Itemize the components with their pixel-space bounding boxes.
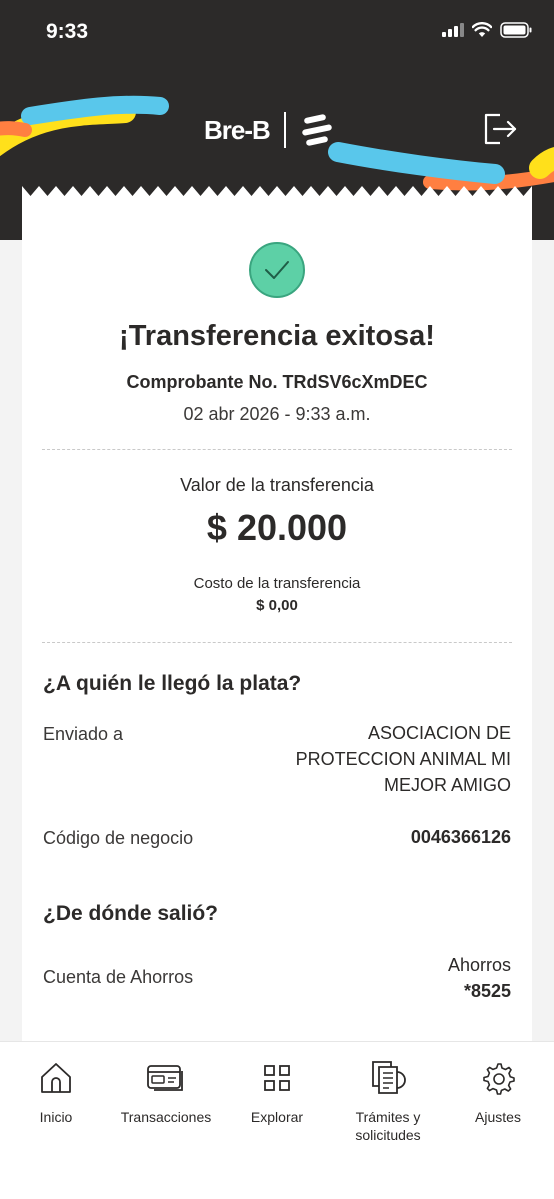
tab-inicio[interactable]: Inicio [1,1060,111,1126]
business-code-value: 0046366126 [410,827,511,847]
sent-to-line: MEJOR AMIGO [383,775,511,795]
battery-icon [500,22,532,38]
business-code-label: Código de negocio [43,828,194,848]
recipient-section-title: ¿A quién le llegó la plata? [43,672,302,695]
bottom-tab-bar: Inicio Transacciones Explorar Trámites y… [0,1041,554,1199]
account-type: Ahorros [447,955,511,975]
brand-divider [283,112,286,148]
cost-label: Costo de la transferencia [193,575,361,592]
transfer-amount: $ 20.000 [206,507,348,548]
voucher-number: Comprobante No. TRdSV6cXmDEC [126,372,428,392]
grid-icon [264,1065,290,1091]
tab-transacciones[interactable]: Transacciones [111,1060,221,1126]
tab-label: Inicio [39,1109,73,1125]
divider [42,449,512,450]
gear-icon [483,1063,515,1095]
logout-icon [484,113,517,145]
transfer-datetime: 02 abr 2026 - 9:33 a.m. [183,404,371,424]
tab-ajustes[interactable]: Ajustes [443,1060,553,1126]
divider [42,642,512,643]
card-icon [147,1065,183,1091]
brand-name: Bre-B [204,114,271,145]
sent-to-label: Enviado a [43,724,124,744]
cost-value: $ 0,00 [256,597,298,614]
logout-button[interactable] [482,112,518,151]
documents-icon [372,1061,406,1094]
tab-label: Transacciones [120,1109,212,1125]
tab-label: Trámites y solicitudes [333,1108,443,1144]
success-title: ¡Transferencia exitosa! [119,320,435,352]
tab-label-line: solicitudes [355,1127,421,1143]
brand-logo: Bre-B [204,112,334,148]
success-check-icon [249,242,305,298]
tab-explorar[interactable]: Explorar [222,1060,332,1126]
transfer-receipt: ¡Transferencia exitosa! Comprobante No. … [22,186,532,1048]
account-label: Cuenta de Ahorros [43,967,194,987]
amount-label: Valor de la transferencia [180,475,374,495]
account-value: Ahorros *8525 [448,952,511,1004]
sent-to-line: ASOCIACION DE [367,723,511,743]
status-time: 9:33 [46,20,89,43]
bank-logo-icon [302,114,332,146]
sent-to-value: ASOCIACION DE PROTECCION ANIMAL MI MEJOR… [296,720,511,798]
sent-to-line: PROTECCION ANIMAL MI [295,749,511,769]
wifi-icon [472,22,492,37]
status-icons [442,22,532,38]
source-section-title: ¿De dónde salió? [43,902,219,925]
home-icon [41,1063,71,1093]
tab-tramites[interactable]: Trámites y solicitudes [333,1060,443,1144]
account-number: *8525 [463,981,511,1001]
tab-label: Ajustes [475,1109,521,1125]
tab-label: Explorar [250,1109,304,1125]
signal-icon [442,23,464,37]
tab-label-line: Trámites y [355,1109,421,1125]
receipt-zigzag-edge [22,186,532,200]
